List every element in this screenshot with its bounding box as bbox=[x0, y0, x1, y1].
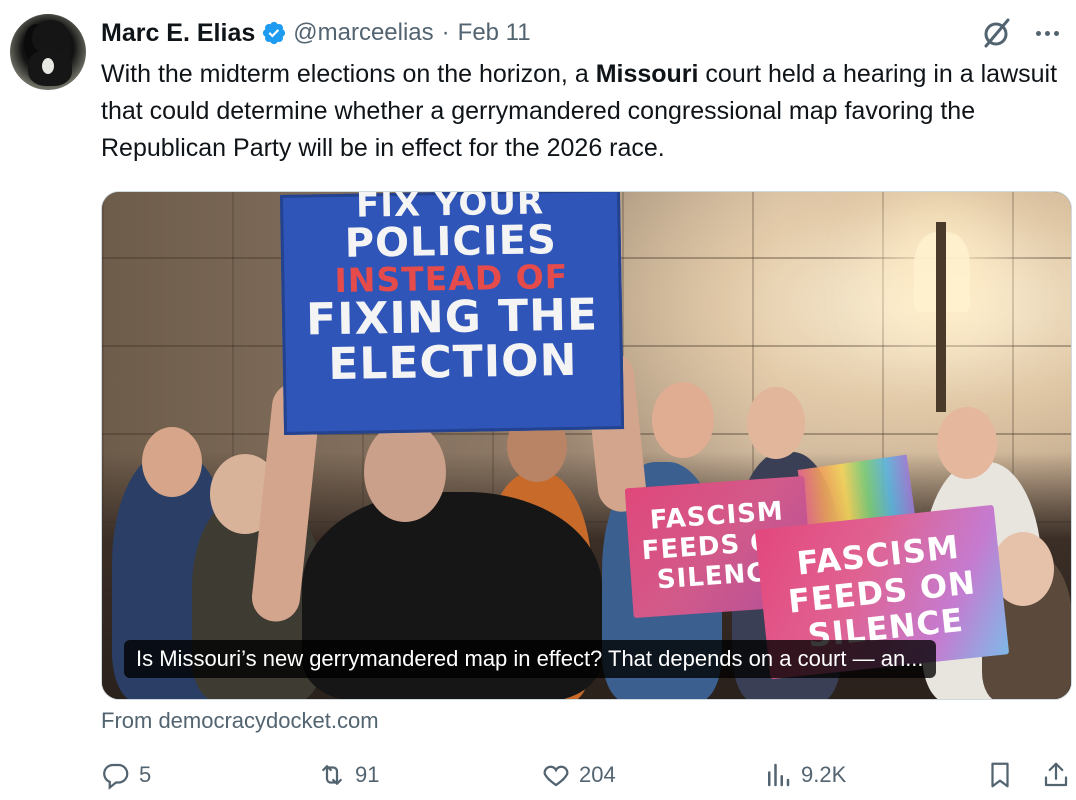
tweet-actions: 5 91 204 9.2K bbox=[101, 760, 1071, 800]
heart-icon bbox=[543, 765, 569, 787]
sign-line: ELECTION bbox=[327, 334, 578, 391]
more-dot bbox=[1044, 30, 1050, 36]
author-name[interactable]: Marc E. Elias bbox=[101, 19, 255, 48]
share-button[interactable] bbox=[1041, 760, 1071, 790]
more-icon[interactable] bbox=[1030, 16, 1064, 50]
retweet-button[interactable]: 91 bbox=[317, 760, 379, 790]
more-dot bbox=[1035, 30, 1041, 36]
media-card[interactable]: FIX YOUR POLICIES INSTEAD OF FIXING THE … bbox=[101, 191, 1072, 700]
more-dot bbox=[1053, 30, 1059, 36]
crowd-head bbox=[652, 382, 714, 458]
protester-head bbox=[364, 422, 446, 522]
crowd-head bbox=[747, 387, 805, 459]
retweet-count: 91 bbox=[355, 762, 380, 787]
tweet-date[interactable]: Feb 11 bbox=[458, 19, 531, 47]
like-count: 204 bbox=[579, 762, 616, 787]
tweet-text-before: With the midterm elections on the horizo… bbox=[101, 60, 596, 88]
reply-icon bbox=[103, 763, 129, 790]
views-icon bbox=[768, 763, 790, 787]
retweet-icon bbox=[322, 765, 342, 785]
lamp-post bbox=[936, 222, 946, 412]
tweet-text: With the midterm elections on the horizo… bbox=[101, 56, 1061, 167]
crowd-head bbox=[937, 407, 997, 479]
reply-button[interactable]: 5 bbox=[101, 760, 151, 790]
author-handle[interactable]: @marceelias bbox=[293, 19, 433, 47]
tweet-header: Marc E. Elias @marceelias · Feb 11 bbox=[101, 14, 531, 52]
avatar[interactable] bbox=[10, 14, 86, 90]
verified-badge-icon[interactable] bbox=[261, 20, 287, 46]
protest-sign-blue: FIX YOUR POLICIES INSTEAD OF FIXING THE … bbox=[279, 192, 625, 435]
view-count: 9.2K bbox=[801, 762, 847, 787]
link-source[interactable]: From democracydocket.com bbox=[101, 708, 379, 734]
tweet-text-bold: Missouri bbox=[595, 60, 699, 88]
separator-dot: · bbox=[441, 19, 450, 46]
avatar-dog-chest bbox=[42, 58, 54, 74]
tweet-top-actions bbox=[980, 16, 1064, 50]
crowd-head bbox=[142, 427, 202, 497]
bookmark-icon bbox=[991, 762, 1009, 788]
reply-count: 5 bbox=[139, 762, 152, 787]
media-caption[interactable]: Is Missouri’s new gerrymandered map in e… bbox=[124, 640, 936, 678]
views-button[interactable]: 9.2K bbox=[763, 760, 846, 790]
share-icon bbox=[1044, 762, 1068, 787]
bookmark-button[interactable] bbox=[985, 760, 1015, 790]
like-button[interactable]: 204 bbox=[541, 760, 616, 790]
grok-icon[interactable] bbox=[980, 16, 1014, 50]
